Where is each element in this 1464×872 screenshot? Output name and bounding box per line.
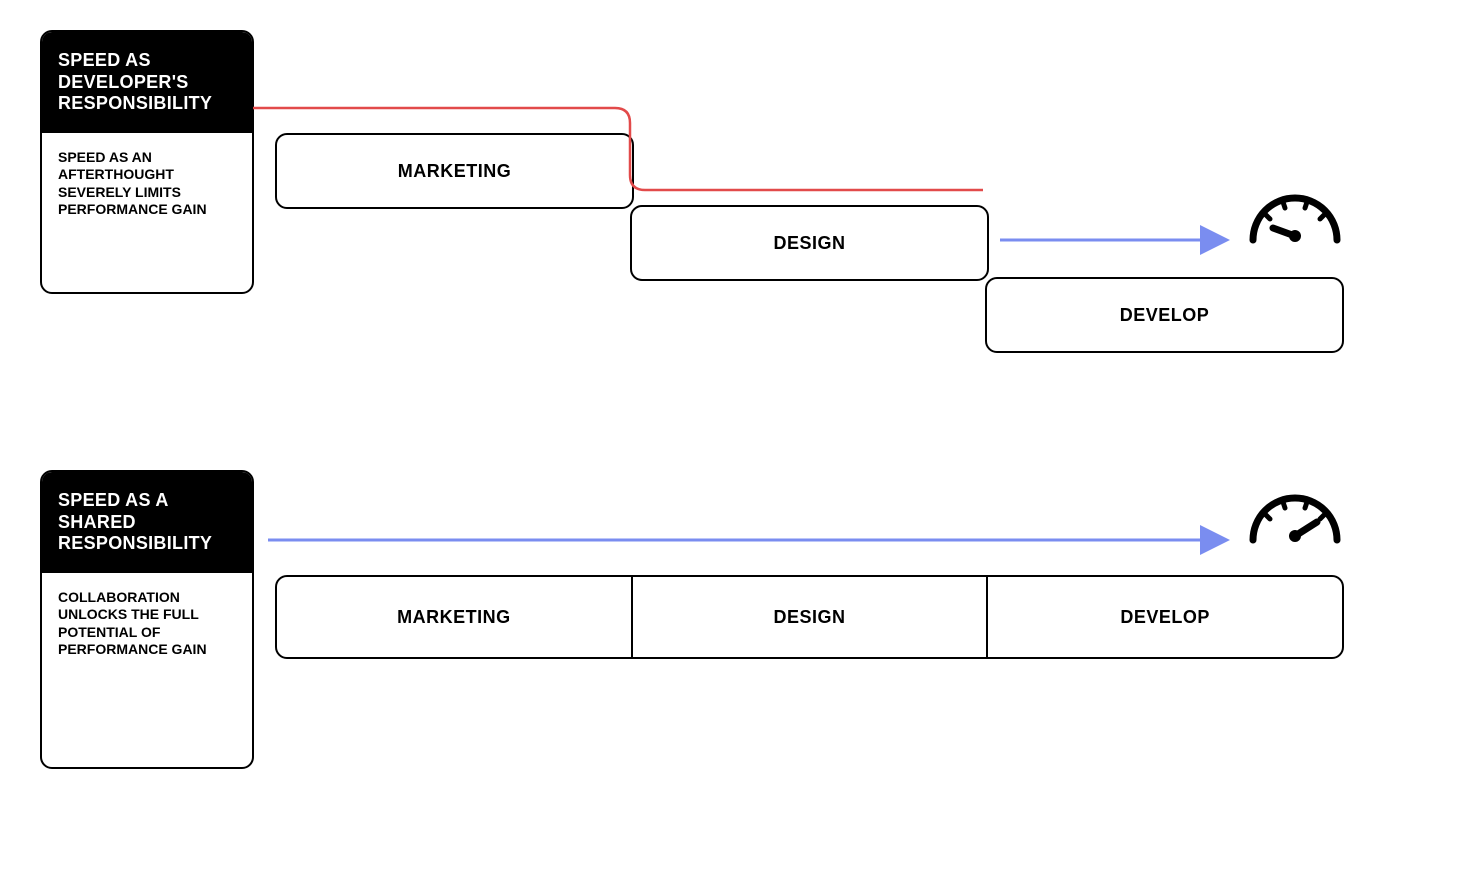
card-subtitle: SPEED AS AN AFTERTHOUGHT SEVERELY LIMITS… <box>42 133 252 239</box>
stage-develop-top: DEVELOP <box>985 277 1344 353</box>
card-developer-responsibility: SPEED AS DEVELOPER'S RESPONSIBILITY SPEE… <box>40 30 254 294</box>
gauge-icon <box>1253 498 1337 542</box>
stage-design-top: DESIGN <box>630 205 989 281</box>
stage-row-bottom: MARKETING DESIGN DEVELOP <box>275 575 1344 659</box>
card-title: SPEED AS DEVELOPER'S RESPONSIBILITY <box>42 32 252 133</box>
stage-marketing-bottom: MARKETING <box>277 577 631 657</box>
stage-marketing-top: MARKETING <box>275 133 634 209</box>
stage-develop-bottom: DEVELOP <box>986 577 1342 657</box>
gauge-icon <box>1253 198 1337 242</box>
card-shared-responsibility: SPEED AS A SHARED RESPONSIBILITY COLLABO… <box>40 470 254 769</box>
stage-design-bottom: DESIGN <box>631 577 987 657</box>
diagram-canvas: SPEED AS DEVELOPER'S RESPONSIBILITY SPEE… <box>0 0 1464 872</box>
card-subtitle: COLLABORATION UNLOCKS THE FULL POTENTIAL… <box>42 573 252 679</box>
card-title: SPEED AS A SHARED RESPONSIBILITY <box>42 472 252 573</box>
